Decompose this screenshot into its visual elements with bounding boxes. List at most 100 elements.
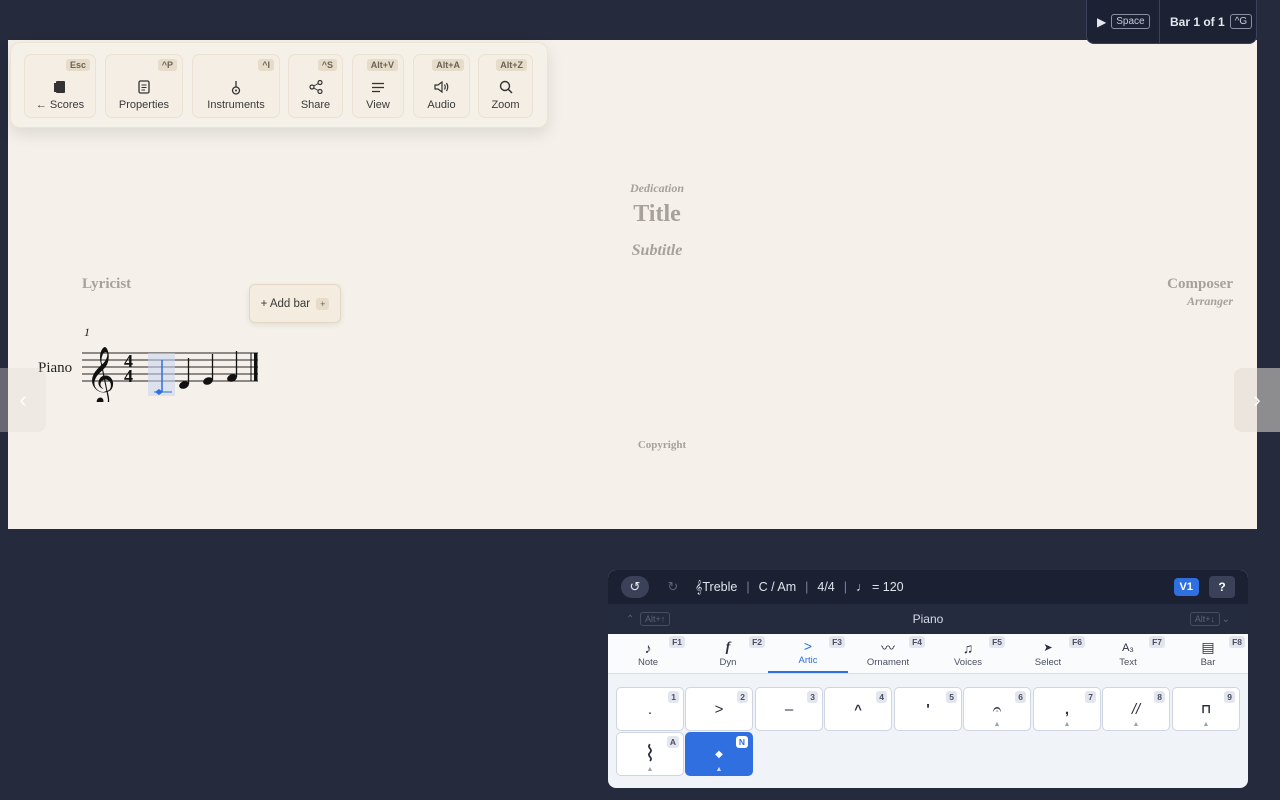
chevron-down-icon[interactable]: ⌄ [1222,614,1230,625]
guitar-icon [230,79,242,95]
search-icon [499,79,513,95]
playback-bar: ▶ Space Bar 1 of 1 ^G [1086,0,1257,44]
redo-button[interactable]: ↻ [659,576,687,598]
title-text[interactable]: Title [557,201,757,228]
mode-tabs: F1 ♪ Note F2 f Dyn F3 > Artic F4 〰 Ornament F5 ♫ V… [608,634,1248,674]
arpeggio-icon: ⌇ [644,741,656,766]
share-label: Share [300,99,331,111]
share-button[interactable]: ^S Share [288,54,343,118]
tab-text[interactable]: F7 A₃ Text [1088,634,1168,673]
tab-artic[interactable]: F3 > Artic [768,634,848,673]
shortcut-badge: Alt+↑ [640,612,671,626]
scores-button[interactable]: Esc ← Scores [24,54,96,118]
view-button[interactable]: Alt+V View [352,54,404,118]
articulation-grid: 1. 2 > 3– 4 ^ 5 ' 6 𝄐 ▲ 7, ▲ 8//▲ 9 ⊓ ▲ A ⌇ ▲ N ◆ ▲ [608,674,1248,788]
tab-label: Select [1034,657,1062,668]
accent-icon: > [803,637,813,654]
staccatissimo-button[interactable]: 5 ' [894,687,962,731]
lyricist-text[interactable]: Lyricist [82,276,131,293]
instruments-button[interactable]: ^I Instruments [192,54,280,118]
diamond-notehead-icon: ◆ [715,748,723,760]
copyright-text[interactable]: Copyright [562,439,762,451]
clef-value[interactable]: Treble [702,580,737,594]
key-value[interactable]: C / Am [759,580,797,594]
dynamics-icon: f [725,639,731,655]
shortcut-badge: 1 [668,691,679,703]
shortcut-badge: 2 [737,691,748,703]
fermata-button[interactable]: 6 𝄐 ▲ [963,687,1031,731]
time-value[interactable]: 4/4 [817,580,834,594]
notehead-button[interactable]: N ◆ ▲ [685,732,753,776]
chevron-up-icon[interactable]: ⌃ [626,614,634,625]
marcato-icon: ^ [854,701,862,717]
audio-button[interactable]: Alt+A Audio [413,54,470,118]
treble-clef-icon: 𝄞 [86,346,116,402]
staccato-icon: . [647,700,653,718]
prev-page-button[interactable]: ‹ [0,368,46,432]
add-bar-button[interactable]: + Add bar + [249,284,341,323]
shortcut-badge: Alt+A [432,59,464,71]
tab-voices[interactable]: F5 ♫ Voices [928,634,1008,673]
caesura-icon: // [1131,700,1141,718]
tab-note[interactable]: F1 ♪ Note [608,634,688,673]
breath-mark-button[interactable]: 7, ▲ [1033,687,1101,731]
arranger-text[interactable]: Arranger [1187,294,1233,309]
tenuto-button[interactable]: 3– [755,687,823,731]
dropdown-triangle-icon: ▲ [715,766,723,773]
chevron-right-icon: › [1253,387,1261,412]
share-icon [308,79,323,95]
goto-bar-button[interactable]: Bar 1 of 1 ^G [1160,14,1253,29]
voice-badge[interactable]: V1 [1173,578,1199,596]
shortcut-badge: F8 [1229,636,1245,648]
tab-label: Artic [798,655,818,666]
next-page-button[interactable]: › [1234,368,1280,432]
shortcut-badge: 4 [876,691,887,703]
properties-button[interactable]: ^P Properties [105,54,183,118]
dropdown-triangle-icon: ▲ [1063,721,1071,728]
tab-ornament[interactable]: F4 〰 Ornament [848,634,928,673]
arpeggio-button[interactable]: A ⌇ ▲ [616,732,684,776]
zoom-button[interactable]: Alt+Z Zoom [478,54,533,118]
tab-bar[interactable]: F8 ▤ Bar [1168,634,1248,673]
composer-text[interactable]: Composer [1167,276,1233,293]
shortcut-badge: Space [1111,14,1150,29]
dedication-text[interactable]: Dedication [557,181,757,196]
staccatissimo-icon: ' [926,700,930,718]
shortcut-badge: Alt+V [366,59,398,71]
help-button[interactable]: ? [1209,576,1235,598]
tab-label: Text [1119,657,1137,668]
tempo-value[interactable]: ♩ = 120 [856,580,904,594]
tab-label: Voices [954,657,982,668]
shortcut-badge: F4 [909,636,925,648]
tab-dyn[interactable]: F2 f Dyn [688,634,768,673]
redo-icon: ↻ [667,579,679,594]
tab-select[interactable]: F6 ➤ Select [1008,634,1088,673]
caesura-button[interactable]: 8 // ▲ [1102,687,1170,731]
accent-icon: > [714,700,724,718]
dropdown-triangle-icon: ▲ [1202,721,1210,728]
shortcut-badge: Esc [65,59,90,71]
final-barline [254,353,258,381]
scores-label: ← Scores [35,99,85,111]
shortcut-badge: F6 [1069,636,1085,648]
speaker-icon [433,79,450,95]
dropdown-triangle-icon: ▲ [993,721,1001,728]
audio-label: Audio [427,99,456,111]
tenuto-icon: – [784,700,794,718]
bowing-button[interactable]: 9 ⊓ ▲ [1172,687,1240,731]
staccato-button[interactable]: 1. [616,687,684,731]
play-button[interactable]: ▶ Space [1087,0,1160,43]
down-bow-icon: ⊓ [1200,701,1212,716]
shortcut-badge: F5 [989,636,1005,648]
input-panel: ↺ ↻ 𝄞 Treble | C / Am | 4/4 | ♩ = 120 V1… [608,570,1248,788]
main-toolbar: Esc ← Scores ^P Properties ^I Instrument… [10,42,548,128]
shortcut-badge: F7 [1149,636,1165,648]
marcato-button[interactable]: 4 ^ [824,687,892,731]
staff[interactable]: 𝄞 4 4 [82,338,262,402]
time-sig-bottom: 4 [124,366,133,386]
zoom-label: Zoom [491,99,520,111]
undo-button[interactable]: ↺ [621,576,649,598]
fermata-icon: 𝄐 [992,700,1002,718]
accent-button[interactable]: 2 > [685,687,753,731]
subtitle-text[interactable]: Subtitle [557,242,757,260]
